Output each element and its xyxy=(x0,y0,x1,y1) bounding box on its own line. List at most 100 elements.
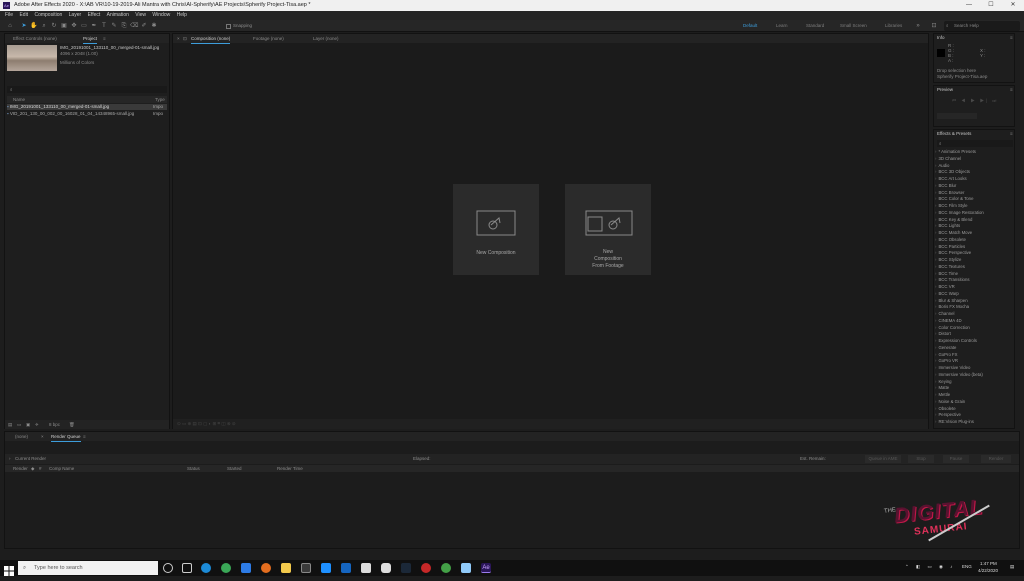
list-item[interactable]: ▪ IMG_20191001_133110_00_merged-01-small… xyxy=(7,104,167,110)
delete-icon[interactable]: 🗑 xyxy=(69,420,75,429)
clone-stamp-tool-icon[interactable]: ⎘ xyxy=(120,22,128,30)
expand-triangle-icon[interactable]: › xyxy=(935,331,936,336)
expand-triangle-icon[interactable]: › xyxy=(935,183,936,188)
expand-triangle-icon[interactable]: › xyxy=(935,399,936,404)
menu-layer[interactable]: Layer xyxy=(69,12,82,18)
zoom-tool-icon[interactable]: ⌕ xyxy=(40,22,48,30)
file-explorer-icon[interactable] xyxy=(281,563,291,573)
system-tray-icons[interactable]: ⌃ ◧ ▭ ◉ ♪ xyxy=(905,564,955,570)
tab-render-queue[interactable]: Render Queue xyxy=(51,432,81,442)
new-composition-card[interactable]: New Composition xyxy=(453,184,539,275)
expand-icon[interactable]: › xyxy=(9,454,11,464)
expand-triangle-icon[interactable]: › xyxy=(935,291,936,296)
taskbar-search-input[interactable]: ⌕ Type here to search xyxy=(18,561,158,575)
column-comp-name[interactable]: Comp Name xyxy=(49,465,74,472)
menu-edit[interactable]: Edit xyxy=(19,12,28,18)
label-tag-icon[interactable]: ◆ xyxy=(31,465,34,472)
workspace-standard[interactable]: Standard xyxy=(806,20,824,32)
expand-triangle-icon[interactable]: › xyxy=(935,264,936,269)
type-tool-icon[interactable]: T xyxy=(100,22,108,30)
workspace-learn[interactable]: Learn xyxy=(776,20,788,32)
expand-triangle-icon[interactable]: › xyxy=(935,244,936,249)
column-status[interactable]: Status xyxy=(187,465,200,472)
expand-triangle-icon[interactable]: › xyxy=(935,217,936,222)
column-type[interactable]: Type xyxy=(155,96,165,103)
expand-triangle-icon[interactable]: › xyxy=(935,149,936,154)
expand-triangle-icon[interactable]: › xyxy=(935,210,936,215)
column-number-icon[interactable]: # xyxy=(39,465,42,472)
maximize-button[interactable]: ☐ xyxy=(980,0,1002,11)
menu-composition[interactable]: Composition xyxy=(34,12,62,18)
minimize-button[interactable]: — xyxy=(958,0,980,11)
expand-triangle-icon[interactable]: › xyxy=(935,230,936,235)
workspace-default[interactable]: Default xyxy=(743,20,757,32)
app-icon[interactable] xyxy=(461,563,471,573)
puppet-tool-icon[interactable]: ✱ xyxy=(150,22,158,30)
selection-tool-icon[interactable]: ➤ xyxy=(20,22,28,30)
workspace-libraries[interactable]: Libraries xyxy=(885,20,902,32)
workspace-small-screen[interactable]: Small Screen xyxy=(840,20,867,32)
stop-button[interactable]: Stop xyxy=(908,455,934,463)
effects-panel-menu-icon[interactable]: ≡ xyxy=(1010,131,1013,136)
tab-timeline-none[interactable]: (none) xyxy=(15,432,28,441)
expand-triangle-icon[interactable]: › xyxy=(935,392,936,397)
column-render-time[interactable]: Render Time xyxy=(277,465,303,472)
interpret-footage-icon[interactable]: ▤ xyxy=(8,420,12,429)
project-settings-icon[interactable]: ✈ xyxy=(35,420,39,429)
expand-triangle-icon[interactable]: › xyxy=(935,304,936,309)
pan-behind-tool-icon[interactable]: ✥ xyxy=(70,22,78,30)
expand-triangle-icon[interactable]: › xyxy=(935,379,936,384)
app-icon[interactable] xyxy=(361,563,371,573)
after-effects-taskbar-icon[interactable]: Ae xyxy=(481,563,491,573)
new-composition-icon[interactable]: ▣ xyxy=(26,420,30,429)
playback-controls[interactable]: ⏮ ◀ ▶ ▶| ⏭ xyxy=(952,98,998,103)
expand-triangle-icon[interactable]: › xyxy=(935,338,936,343)
expand-triangle-icon[interactable]: › xyxy=(935,419,936,424)
language-indicator[interactable]: ENG xyxy=(962,564,972,569)
menu-view[interactable]: View xyxy=(135,12,146,18)
expand-triangle-icon[interactable]: › xyxy=(935,345,936,350)
notifications-icon[interactable]: ▤ xyxy=(1010,564,1014,570)
queue-in-ame-button[interactable]: Queue in AME xyxy=(865,455,901,463)
windows-start-icon[interactable] xyxy=(4,563,14,576)
cortana-icon[interactable] xyxy=(163,563,173,573)
render-queue-menu-icon[interactable]: ≡ xyxy=(83,432,86,441)
effects-search-input[interactable]: ⌕ xyxy=(937,140,1013,147)
viewer-control-icons[interactable]: ⊙ ▭ ⊕ ▤ ⊡ ▢ ◐ ⊞ ⌗ ◫ ⊗ ⊘ xyxy=(177,419,236,429)
edge-icon[interactable] xyxy=(201,563,211,573)
home-icon[interactable]: ⌂ xyxy=(6,22,14,30)
mail-icon[interactable] xyxy=(321,563,331,573)
steam-icon[interactable] xyxy=(401,563,411,573)
expand-triangle-icon[interactable]: › xyxy=(935,277,936,282)
column-render[interactable]: Render xyxy=(13,465,28,472)
expand-triangle-icon[interactable]: › xyxy=(935,163,936,168)
clock-time[interactable]: 1:47 PM xyxy=(980,561,997,566)
app-icon[interactable] xyxy=(341,563,351,573)
expand-triangle-icon[interactable]: › xyxy=(935,365,936,370)
firefox-icon[interactable] xyxy=(261,563,271,573)
tab-layer[interactable]: Layer (none) xyxy=(313,34,339,43)
menu-effect[interactable]: Effect xyxy=(88,12,101,18)
rotate-tool-icon[interactable]: ↻ xyxy=(50,22,58,30)
expand-triangle-icon[interactable]: › xyxy=(935,271,936,276)
expand-triangle-icon[interactable]: › xyxy=(935,196,936,201)
expand-triangle-icon[interactable]: › xyxy=(935,169,936,174)
column-name[interactable]: Name xyxy=(13,96,25,103)
pause-button[interactable]: Pause xyxy=(943,455,969,463)
sync-icon[interactable] xyxy=(441,563,451,573)
menu-help[interactable]: Help xyxy=(177,12,187,18)
hand-tool-icon[interactable]: ✋ xyxy=(30,22,38,30)
list-item[interactable]: ▪ VID_201_130_00_002_00_16028_01_04_1434… xyxy=(7,111,167,117)
close-icon[interactable]: × xyxy=(41,432,44,441)
tab-footage[interactable]: Footage (none) xyxy=(253,34,284,43)
menu-animation[interactable]: Animation xyxy=(107,12,129,18)
preview-panel-menu-icon[interactable]: ≡ xyxy=(1010,87,1013,92)
column-started[interactable]: Started xyxy=(227,465,242,472)
close-button[interactable]: ✕ xyxy=(1002,0,1024,11)
composition-flowchart-icon[interactable]: ⊡ xyxy=(183,34,187,43)
render-button[interactable]: Render xyxy=(981,455,1011,463)
eraser-tool-icon[interactable]: ⌫ xyxy=(130,22,138,30)
search-help-field[interactable]: ⌕ Search Help xyxy=(944,21,1020,31)
app-icon[interactable] xyxy=(241,563,251,573)
bpc-label[interactable]: 8 bpc xyxy=(49,420,60,429)
